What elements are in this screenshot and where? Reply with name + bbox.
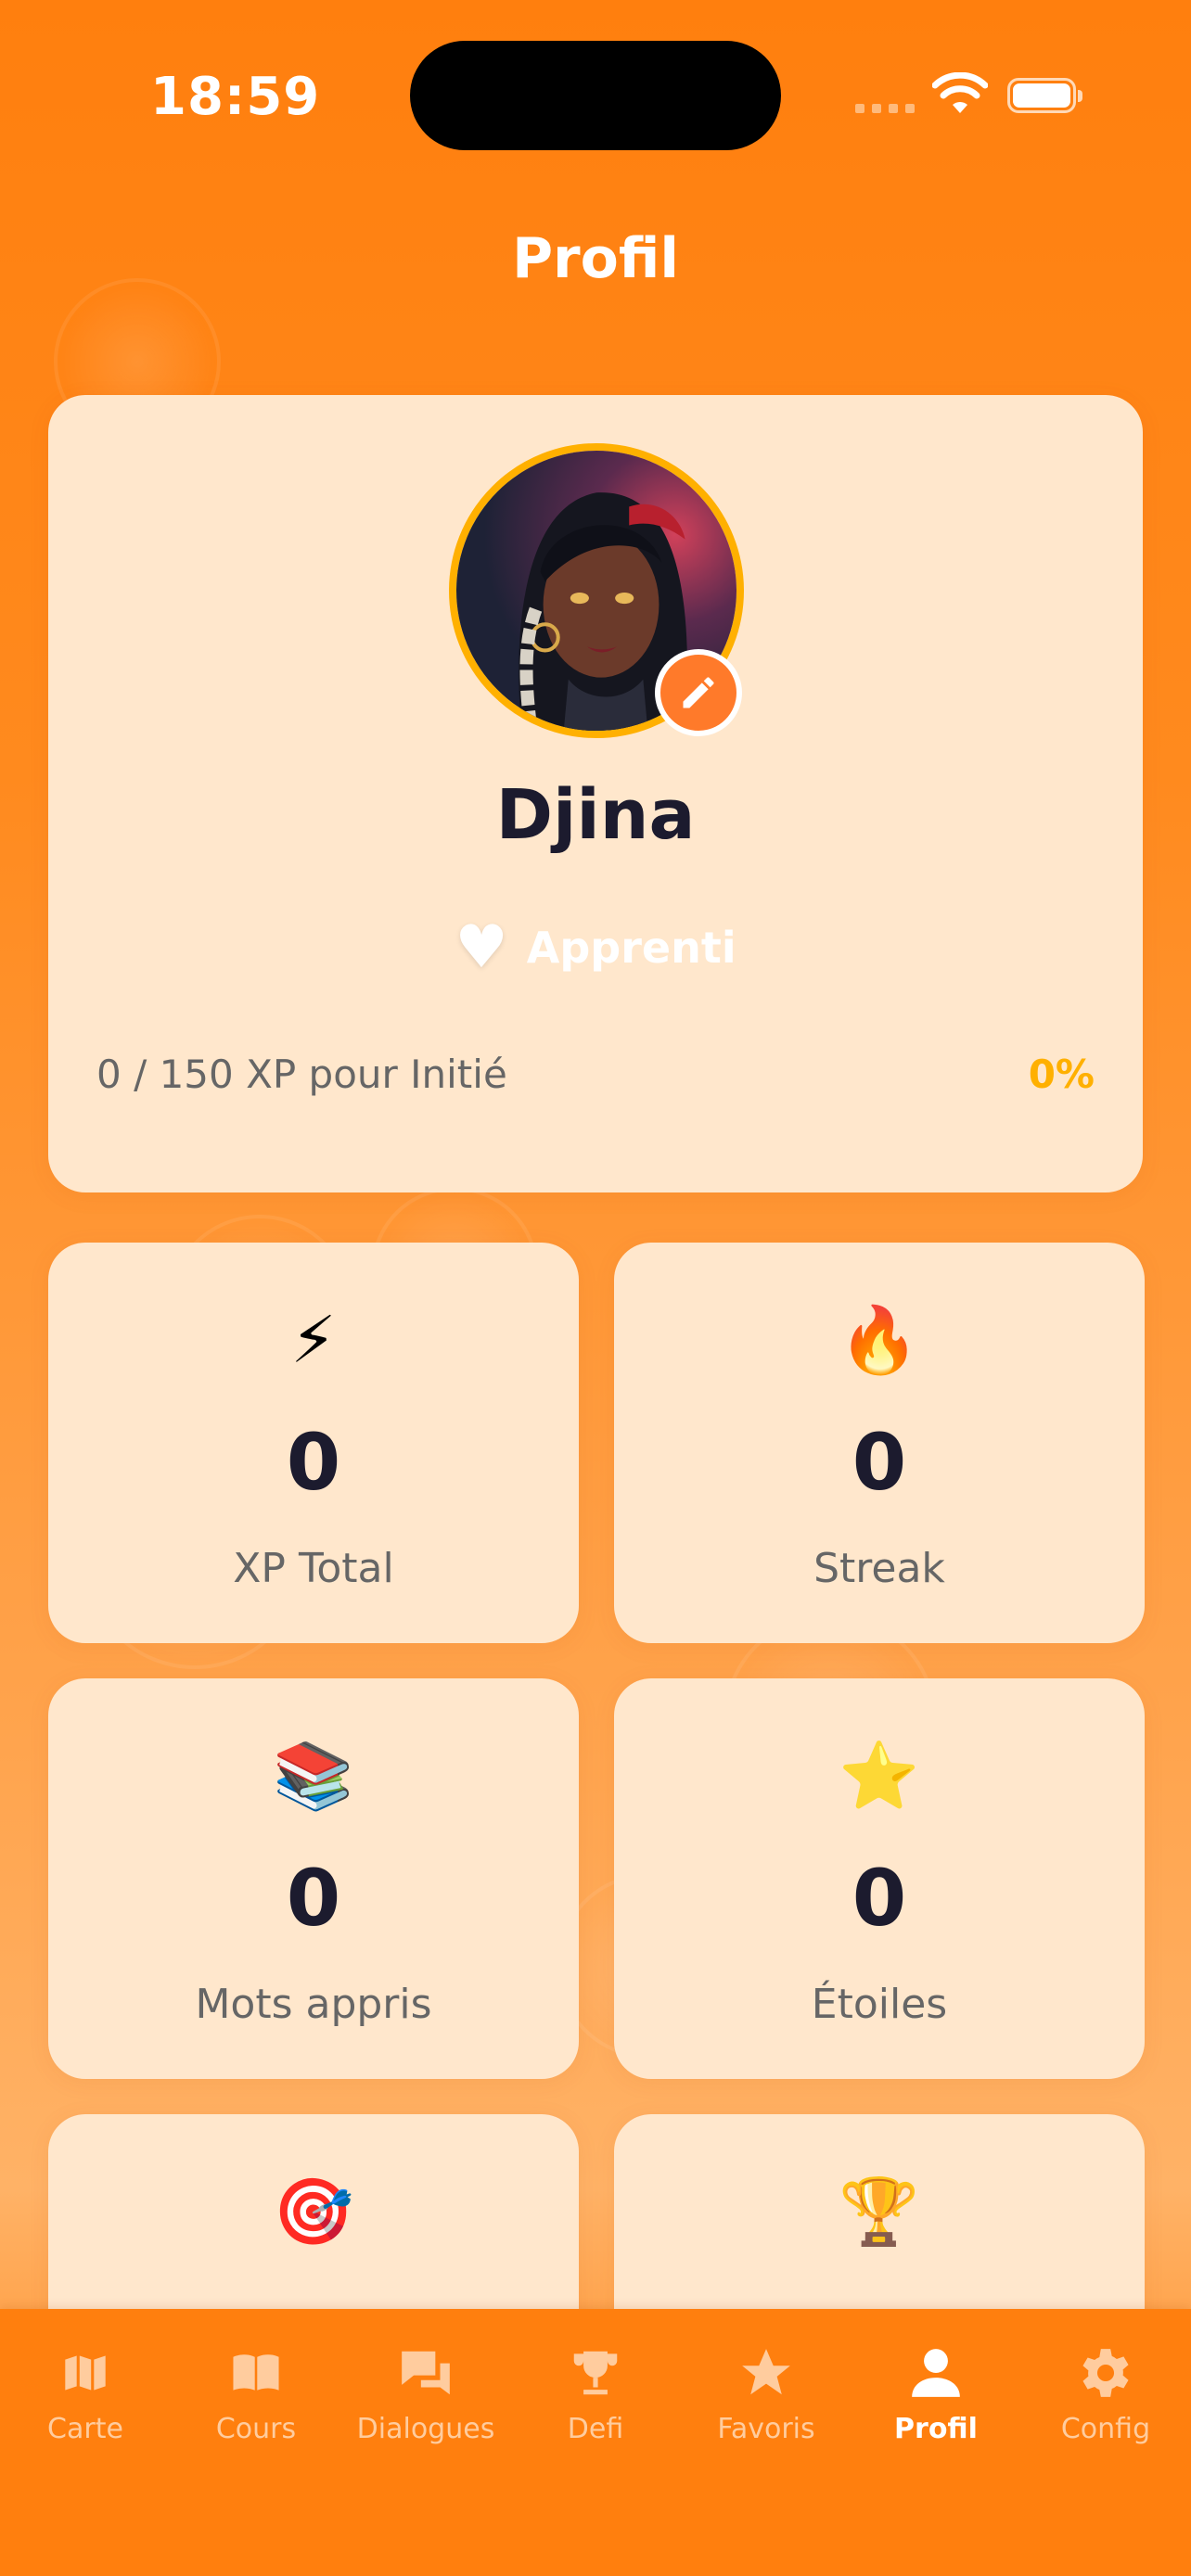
star-icon [742, 2349, 790, 2395]
stat-value: 0 [286, 1853, 341, 1944]
pencil-icon [683, 677, 714, 708]
stat-card-xp-total: ⚡ 0 XP Total [48, 1243, 579, 1643]
tab-label: Dialogues [356, 2413, 495, 2445]
stat-card-words-learned: 📚 0 Mots appris [48, 1678, 579, 2079]
status-time: 18:59 [150, 67, 321, 127]
battery-icon [1007, 78, 1082, 113]
stat-label: Mots appris [195, 1981, 432, 2028]
book-icon [230, 2352, 282, 2394]
cellular-signal-icon [855, 104, 915, 113]
status-bar: 18:59 [0, 0, 1191, 185]
tab-label: Carte [47, 2413, 123, 2445]
wifi-icon [932, 72, 988, 113]
tab-defi[interactable]: Defi [510, 2344, 681, 2455]
profile-card: Djina ♥ Apprenti 0 / 150 XP pour Initié … [48, 395, 1143, 1192]
white-heart-icon: ♥ [455, 913, 508, 982]
stat-value: 0 [852, 1853, 907, 1944]
stat-label: Streak [813, 1545, 945, 1592]
tab-config[interactable]: Config [1020, 2344, 1191, 2455]
tab-dialogues[interactable]: Dialogues [340, 2344, 511, 2455]
stat-label: XP Total [233, 1545, 394, 1592]
user-name: Djina [495, 775, 696, 855]
xp-percent: 0% [1028, 1052, 1095, 1097]
tab-label: Favoris [717, 2413, 815, 2445]
dynamic-island [410, 41, 781, 150]
chat-icon [402, 2351, 450, 2395]
tab-label: Cours [215, 2413, 297, 2445]
target-icon: 🎯 [273, 2174, 354, 2250]
stat-value: 0 [286, 1417, 341, 1508]
star-icon: ⭐ [839, 1738, 920, 1814]
stat-value: 0 [852, 1417, 907, 1508]
edit-avatar-button[interactable] [655, 649, 742, 736]
xp-progress-label: 0 / 150 XP pour Initié [96, 1052, 507, 1097]
trophy-icon [573, 2351, 618, 2395]
trophy-icon: 🏆 [839, 2174, 920, 2250]
stat-card-stars: ⭐ 0 Étoiles [614, 1678, 1145, 2079]
page-title: Profil [512, 226, 679, 291]
tab-carte[interactable]: Carte [0, 2344, 171, 2455]
stat-label: Étoiles [811, 1981, 948, 2028]
tab-label: Profil [894, 2413, 978, 2445]
fire-icon: 🔥 [839, 1302, 920, 1378]
bottom-tab-bar: Carte Cours Dialogues Defi Favoris Profi… [0, 2309, 1191, 2576]
tab-favoris[interactable]: Favoris [681, 2344, 852, 2455]
rank-label: Apprenti [526, 923, 736, 973]
person-icon [912, 2349, 960, 2397]
rank-badge: ♥ Apprenti [48, 911, 1143, 985]
map-icon [62, 2352, 109, 2394]
tab-cours[interactable]: Cours [171, 2344, 341, 2455]
tab-profil[interactable]: Profil [851, 2344, 1021, 2455]
tab-label: Config [1060, 2413, 1151, 2445]
lightning-icon: ⚡ [290, 1302, 337, 1378]
gear-icon [1082, 2349, 1129, 2397]
tab-label: Defi [567, 2413, 624, 2445]
books-icon: 📚 [273, 1738, 354, 1814]
stat-card-streak: 🔥 0 Streak [614, 1243, 1145, 1643]
